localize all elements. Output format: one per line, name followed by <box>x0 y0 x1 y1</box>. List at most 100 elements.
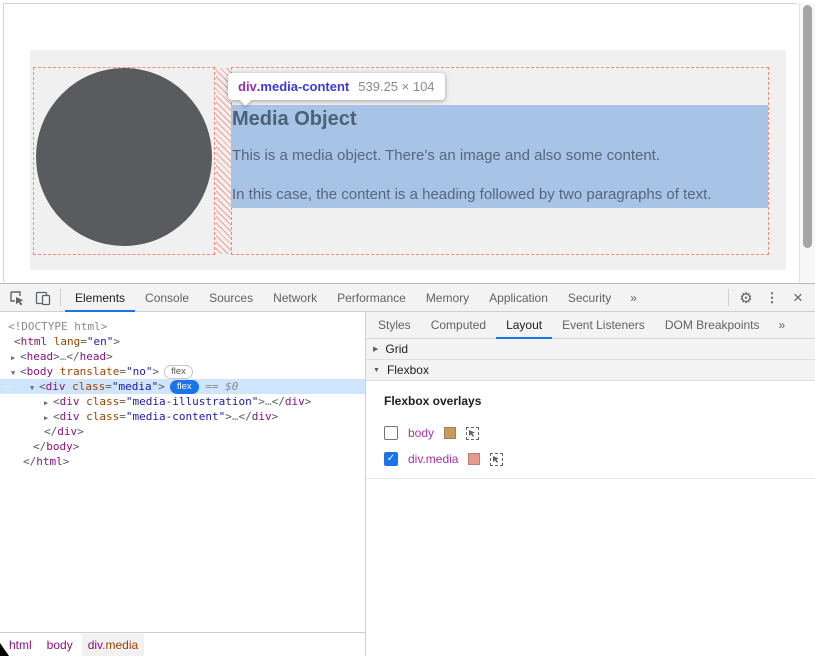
code-token: div <box>60 395 80 408</box>
device-toolbar-icon[interactable] <box>30 284 56 311</box>
code-token: body <box>46 440 73 453</box>
page-scrollbar[interactable] <box>799 3 815 283</box>
devtools-panel: ElementsConsoleSourcesNetworkPerformance… <box>0 283 815 656</box>
breadcrumb-tag: html <box>9 638 32 652</box>
flex-badge[interactable]: flex <box>164 365 193 379</box>
code-token: > <box>225 410 232 423</box>
flex-badge[interactable]: flex <box>170 380 199 394</box>
code-token: < <box>20 365 27 378</box>
code-token: lang <box>47 335 80 348</box>
select-element-icon[interactable] <box>490 453 503 466</box>
code-token: body <box>27 365 54 378</box>
code-token: class <box>66 380 106 393</box>
tree-row[interactable]: </html> <box>0 454 365 469</box>
code-token: $0 <box>225 380 238 393</box>
viewport-border-left <box>3 3 4 282</box>
browser-viewport: Media Object This is a media object. The… <box>0 0 815 283</box>
code-token: translate <box>53 365 119 378</box>
tree-row[interactable]: ▶<div class="media-content">…</div> <box>0 409 365 424</box>
code-token: > <box>258 395 265 408</box>
toolbar-divider-right <box>728 289 729 306</box>
main-tab-bar: ElementsConsoleSourcesNetworkPerformance… <box>65 284 621 311</box>
flexbox-overlay-list: body ✓ div.media <box>384 420 797 472</box>
tree-row[interactable]: ▶<div class="media-illustration">…</div> <box>0 394 365 409</box>
code-token: "media" <box>112 380 158 393</box>
tree-row[interactable]: <html lang="en"> <box>0 334 365 349</box>
breadcrumb-item[interactable]: body <box>41 634 79 656</box>
row-more-actions-dots[interactable]: ⋯ <box>3 379 11 394</box>
customize-menu-icon[interactable]: ⋮ <box>759 284 785 311</box>
code-token: < <box>14 335 21 348</box>
tree-row[interactable]: ▶<head>…</head> <box>0 349 365 364</box>
code-token: = <box>119 410 126 423</box>
inspect-element-icon[interactable] <box>4 284 30 311</box>
breadcrumb-tag: div <box>88 638 102 652</box>
code-token: div <box>46 380 66 393</box>
breadcrumb-class: .media <box>102 638 138 652</box>
code-token: < <box>53 410 60 423</box>
overlay-row-body: body <box>384 420 797 446</box>
tooltip-tag: div <box>238 79 257 94</box>
devtools-toolbar: ElementsConsoleSourcesNetworkPerformance… <box>0 284 815 312</box>
breadcrumb: html bodydiv.media <box>0 632 365 656</box>
close-icon[interactable]: × <box>785 284 811 311</box>
media-paragraph-2: In this case, the content is a heading f… <box>232 186 768 204</box>
code-token: class <box>80 395 120 408</box>
tab-security[interactable]: Security <box>558 284 621 311</box>
dom-tree: <!DOCTYPE html><html lang="en">▶<head>…<… <box>0 312 365 469</box>
toolbar-spacer <box>646 284 724 311</box>
media-paragraph-1: This is a media object. There’s an image… <box>232 147 768 165</box>
media-circle-image <box>36 68 212 246</box>
tab-sources[interactable]: Sources <box>199 284 263 311</box>
breadcrumb-item[interactable]: div.media <box>82 634 144 656</box>
code-token: > <box>73 440 80 453</box>
sidebar-tab-event-listeners[interactable]: Event Listeners <box>552 312 655 338</box>
overlay-color-swatch[interactable] <box>468 453 480 465</box>
breadcrumb-item[interactable]: html <box>3 634 38 656</box>
tab-memory[interactable]: Memory <box>416 284 479 311</box>
code-token: > <box>53 350 60 363</box>
tree-row[interactable]: </body> <box>0 439 365 454</box>
overlay-element-label[interactable]: body <box>408 426 434 440</box>
code-token: "en" <box>87 335 114 348</box>
tab-network[interactable]: Network <box>263 284 327 311</box>
inspect-highlight-overlay: Media Object This is a media object. The… <box>231 105 768 208</box>
tab-console[interactable]: Console <box>135 284 199 311</box>
code-token: > <box>158 380 165 393</box>
code-token: < <box>20 350 27 363</box>
more-tabs-chevron[interactable]: » <box>621 284 646 311</box>
tab-performance[interactable]: Performance <box>327 284 416 311</box>
select-element-icon[interactable] <box>466 427 479 440</box>
tab-elements[interactable]: Elements <box>65 284 135 311</box>
sidebar-tab-layout[interactable]: Layout <box>496 312 552 338</box>
tree-row-selected[interactable]: ⋯▼<div class="media">flex == $0 <box>0 379 365 394</box>
tree-row[interactable]: <!DOCTYPE html> <box>0 319 365 334</box>
code-token: html <box>21 335 48 348</box>
sidebar-tab-computed[interactable]: Computed <box>421 312 496 338</box>
tree-row[interactable]: ▼<body translate="no">flex <box>0 364 365 379</box>
sidebar-tab-styles[interactable]: Styles <box>368 312 421 338</box>
tree-row[interactable]: </div> <box>0 424 365 439</box>
expanded-triangle-icon: ▼ <box>373 367 380 374</box>
tab-application[interactable]: Application <box>479 284 558 311</box>
flexbox-section-label: Flexbox <box>387 363 429 377</box>
overlay-element-label[interactable]: div.media <box>408 452 458 466</box>
code-token: … <box>265 395 272 408</box>
overlay-checkbox-checked[interactable]: ✓ <box>384 452 398 466</box>
settings-gear-icon[interactable]: ⚙ <box>733 284 759 311</box>
devtools-screenshot: Media Object This is a media object. The… <box>0 0 815 656</box>
code-token: > <box>305 395 312 408</box>
toolbar-divider <box>60 289 61 306</box>
sidebar-more-tabs-chevron[interactable]: » <box>770 312 795 338</box>
grid-section-label: Grid <box>385 342 408 356</box>
scrollbar-thumb[interactable] <box>803 5 812 248</box>
overlay-color-swatch[interactable] <box>444 427 456 439</box>
grid-section-header[interactable]: ▶ Grid <box>366 339 815 360</box>
code-token: < <box>53 395 60 408</box>
flexbox-section-header[interactable]: ▼ Flexbox <box>366 360 815 381</box>
code-token: > <box>63 455 70 468</box>
overlay-checkbox-unchecked[interactable] <box>384 426 398 440</box>
code-token: = <box>119 395 126 408</box>
devtools-panes: <!DOCTYPE html><html lang="en">▶<head>…<… <box>0 312 815 656</box>
sidebar-tab-dom-breakpoints[interactable]: DOM Breakpoints <box>655 312 770 338</box>
